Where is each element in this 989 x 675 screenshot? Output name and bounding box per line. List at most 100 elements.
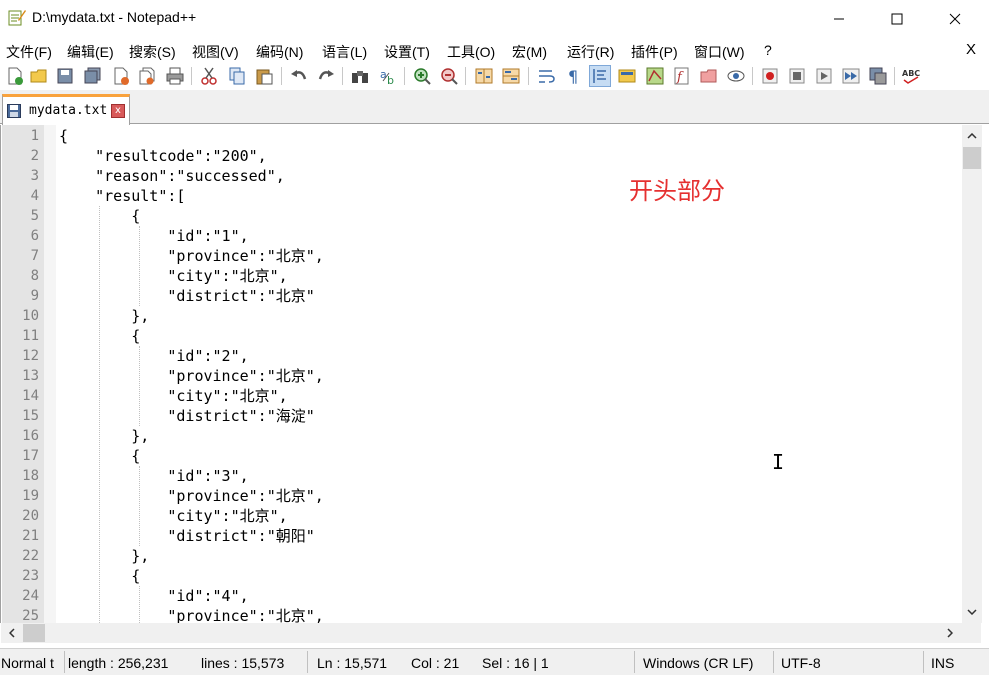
status-insert-mode[interactable]: INS [931, 655, 954, 671]
replace-button[interactable]: ab [377, 65, 399, 87]
menu-encoding[interactable]: 编码(N) [256, 42, 303, 62]
open-folder-icon [30, 69, 47, 83]
line-number: 9 [30, 288, 39, 304]
scroll-up-arrow-icon[interactable] [962, 127, 982, 145]
line-number: 13 [22, 368, 39, 384]
close-window-button[interactable] [926, 0, 984, 38]
code-line: }, [59, 427, 150, 445]
indent-guide-button[interactable] [589, 65, 611, 87]
user-defined-language-button[interactable] [616, 65, 638, 87]
line-number: 21 [22, 528, 39, 544]
indent-guide-icon [593, 69, 606, 83]
line-number: 19 [22, 488, 39, 504]
line-number: 10 [22, 308, 39, 324]
maximize-button[interactable] [868, 0, 926, 38]
copy-button[interactable] [226, 65, 248, 87]
sync-vertical-scroll-button[interactable] [473, 65, 495, 87]
tab-close-button[interactable]: x [111, 104, 125, 118]
scroll-down-arrow-icon[interactable] [962, 603, 982, 621]
save-macro-button[interactable] [867, 65, 889, 87]
menu-macro[interactable]: 宏(M) [512, 42, 547, 62]
text-cursor-icon: I [772, 450, 785, 474]
redo-button[interactable] [315, 65, 337, 87]
open-file-button[interactable] [28, 65, 50, 87]
code-line: "id":"4", [59, 587, 249, 605]
status-eol-format[interactable]: Windows (CR LF) [643, 655, 753, 671]
vertical-scroll-thumb[interactable] [963, 147, 981, 169]
playback-button[interactable] [813, 65, 835, 87]
save-icon [57, 68, 73, 84]
editor-pane[interactable]: 1 2 3 4 5 6 7 8 9 10 11 12 13 14 15 16 1… [0, 125, 989, 625]
vertical-scrollbar[interactable] [962, 125, 982, 623]
stop-icon [789, 68, 805, 84]
code-line: "province":"北京", [59, 367, 324, 385]
replace-icon: ab [380, 68, 394, 85]
spell-check-button[interactable]: ABC [901, 65, 923, 87]
menu-language[interactable]: 语言(L) [322, 42, 367, 62]
scroll-left-arrow-icon[interactable] [3, 623, 21, 643]
folder-as-workspace-button[interactable] [698, 65, 720, 87]
show-all-characters-button[interactable]: ¶ [562, 65, 584, 87]
code-line: }, [59, 547, 150, 565]
menu-tools[interactable]: 工具(O) [447, 42, 495, 62]
code-line: { [59, 207, 141, 225]
paste-button[interactable] [253, 65, 275, 87]
menu-run[interactable]: 运行(R) [567, 42, 614, 62]
undo-icon [291, 70, 307, 80]
function-list-button[interactable]: f [671, 65, 693, 87]
print-button[interactable] [164, 65, 186, 87]
document-map-button[interactable] [644, 65, 666, 87]
code-line: { [59, 127, 69, 145]
line-number: 8 [30, 268, 39, 284]
close-file-button[interactable] [110, 65, 132, 87]
close-document-button[interactable]: X [966, 41, 976, 58]
cut-button[interactable] [198, 65, 220, 87]
horizontal-scrollbar[interactable] [1, 623, 961, 643]
zoom-in-button[interactable] [411, 65, 433, 87]
red-annotation-text: 开头部分 [629, 177, 725, 205]
scroll-right-arrow-icon[interactable] [941, 623, 959, 643]
close-icon [949, 13, 961, 25]
zoom-out-button[interactable] [438, 65, 460, 87]
document-map-icon [646, 67, 664, 85]
start-recording-button[interactable] [759, 65, 781, 87]
run-macro-multiple-button[interactable] [840, 65, 862, 87]
menu-plugins[interactable]: 插件(P) [631, 42, 678, 62]
save-all-button[interactable] [82, 65, 104, 87]
tab-mydata[interactable]: mydata.txt x [2, 94, 130, 125]
stop-recording-button[interactable] [786, 65, 808, 87]
code-line: "reason":"successed", [59, 167, 285, 185]
menu-help[interactable]: ? [764, 42, 772, 58]
save-button[interactable] [54, 65, 76, 87]
undo-button[interactable] [288, 65, 310, 87]
new-file-button[interactable] [4, 65, 26, 87]
status-lines: lines : 15,573 [201, 655, 285, 671]
code-line: { [59, 567, 141, 585]
menu-file[interactable]: 文件(F) [6, 42, 52, 62]
find-button[interactable] [349, 65, 371, 87]
line-number: 24 [22, 588, 39, 604]
menu-view[interactable]: 视图(V) [192, 42, 239, 62]
menu-edit[interactable]: 编辑(E) [67, 42, 114, 62]
horizontal-scroll-thumb[interactable] [23, 624, 45, 642]
menu-bar: 文件(F) 编辑(E) 搜索(S) 视图(V) 编码(N) 语言(L) 设置(T… [0, 38, 989, 62]
word-wrap-button[interactable] [535, 65, 557, 87]
toolbar-separator [342, 67, 343, 85]
line-number: 18 [22, 468, 39, 484]
menu-settings[interactable]: 设置(T) [384, 42, 430, 62]
function-list-icon: f [674, 67, 689, 85]
code-line: "district":"海淀" [59, 407, 315, 425]
toolbar-separator [894, 67, 895, 85]
monitoring-button[interactable] [725, 65, 747, 87]
fold-margin[interactable] [44, 125, 56, 623]
save-macro-icon [869, 67, 887, 85]
close-all-icon [139, 67, 155, 85]
status-encoding[interactable]: UTF-8 [781, 655, 821, 671]
minimize-button[interactable] [810, 0, 868, 38]
code-line: "province":"北京", [59, 487, 324, 505]
toolbar-separator [465, 67, 466, 85]
menu-search[interactable]: 搜索(S) [129, 42, 176, 62]
sync-horizontal-scroll-button[interactable] [500, 65, 522, 87]
close-all-button[interactable] [136, 65, 158, 87]
menu-window[interactable]: 窗口(W) [694, 42, 745, 62]
